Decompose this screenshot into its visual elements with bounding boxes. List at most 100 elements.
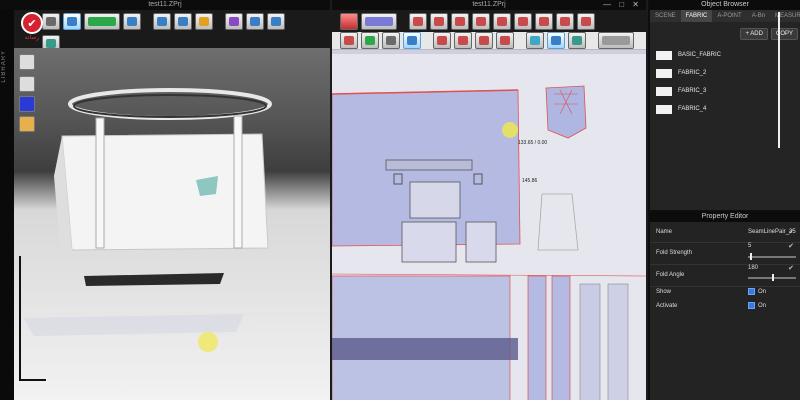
add-point-button[interactable]	[409, 12, 427, 30]
list-item[interactable]: FABRIC_2	[656, 64, 782, 82]
bag-bottom-shadow	[84, 273, 224, 286]
fold-strength-value[interactable]: 5	[748, 243, 751, 249]
list-item[interactable]: FABRIC_3	[656, 82, 782, 100]
pattern-gusset-a	[401, 221, 457, 263]
simulate-button[interactable]	[84, 12, 120, 30]
add-fabric-button[interactable]: + ADD	[740, 28, 768, 40]
show-label: Show	[656, 289, 672, 295]
slider-handle[interactable]	[750, 253, 753, 260]
fold-tool-button[interactable]	[195, 12, 213, 30]
prop-name-label: Name	[656, 229, 673, 235]
fold-2d-button[interactable]	[433, 32, 451, 49]
activate-checkbox[interactable]	[748, 302, 755, 309]
pin-2d-button[interactable]	[403, 32, 421, 49]
object-browser-title: Object Browser	[650, 0, 800, 10]
tab-measure[interactable]: MEASURE	[770, 10, 800, 22]
fabric-swatch	[656, 50, 672, 60]
grain-2d-button[interactable]	[547, 32, 565, 49]
pattern-strap-long-b	[551, 275, 571, 400]
edit-sewing-button[interactable]	[382, 32, 400, 49]
logo-badge: ✔	[21, 12, 43, 34]
prop-activate-row: Activate On	[656, 300, 796, 314]
hanger-item-button[interactable]	[19, 96, 35, 112]
skin-offset-tool-button[interactable]	[267, 12, 285, 30]
fabric-name: BASIC_FABRIC	[678, 52, 722, 58]
internal-polygon-button[interactable]	[493, 12, 511, 30]
tab-a-point[interactable]: A-POINT	[712, 10, 746, 22]
library-item-button[interactable]	[19, 54, 35, 70]
zoom-extent-button[interactable]	[598, 32, 634, 49]
fabric-name: FABRIC_2	[678, 70, 707, 76]
pattern-graphic: 133.65 / 0.00 145.86	[332, 85, 646, 400]
pin-tool-button[interactable]	[174, 12, 192, 30]
transform-pattern-button[interactable]	[340, 12, 358, 30]
tape-tool-button[interactable]	[454, 32, 472, 49]
fabric-list: BASIC_FABRIC FABRIC_2 FABRIC_3 FABRIC_4	[656, 46, 782, 118]
object-browser-toolbar: + ADD COPY	[740, 28, 798, 40]
activate-value: On	[758, 303, 767, 309]
polygon-tool-button[interactable]	[430, 12, 448, 30]
fold-angle-slider[interactable]	[748, 274, 796, 281]
check-icon: ✔	[27, 16, 37, 30]
copy-fabric-button[interactable]: COPY	[770, 28, 798, 40]
2d-pattern-canvas[interactable]: 133.65 / 0.00 145.86	[332, 54, 646, 400]
fabric-name: FABRIC_3	[678, 88, 707, 94]
fold-strength-slider[interactable]	[748, 253, 796, 260]
site-logo: ✔ رسانه	[14, 12, 50, 50]
dimension-label-b: 145.86	[522, 178, 538, 184]
bag-strap-right	[233, 115, 243, 249]
pattern-band-dark	[332, 338, 518, 360]
internal-circle-button[interactable]	[535, 12, 553, 30]
list-item[interactable]: BASIC_FABRIC	[656, 46, 782, 64]
free-sewing-button[interactable]	[361, 32, 379, 49]
tack-tool-button[interactable]	[123, 12, 141, 30]
avatar-tool-button[interactable]	[153, 12, 171, 30]
fold-angle-value[interactable]: 180	[748, 265, 758, 271]
edit-check-icon[interactable]: ✔	[788, 242, 794, 250]
move-tool-button[interactable]	[63, 12, 81, 30]
tab-a-bn[interactable]: A-Bn	[747, 10, 770, 22]
logo-text: رسانه	[24, 34, 40, 41]
fabric-swatch	[656, 68, 672, 78]
notch-tool-button[interactable]	[577, 12, 595, 30]
graphic-2d-button[interactable]	[568, 32, 586, 49]
circle-tool-button[interactable]	[472, 12, 490, 30]
offset-tool-button[interactable]	[496, 32, 514, 49]
internal-rectangle-button[interactable]	[514, 12, 532, 30]
dart-tool-button[interactable]	[556, 12, 574, 30]
avatar-item-button[interactable]	[19, 76, 35, 92]
face-item-button[interactable]	[19, 116, 35, 132]
dimension-label-a: 133.65 / 0.00	[518, 140, 547, 146]
pattern-strap-piece	[385, 159, 473, 171]
texture-2d-button[interactable]	[526, 32, 544, 49]
cursor-highlight-2d	[502, 122, 518, 138]
rectangle-tool-button[interactable]	[451, 12, 469, 30]
tab-scene[interactable]: SCENE	[650, 10, 681, 22]
edit-check-icon[interactable]: ✔	[788, 264, 794, 272]
list-item[interactable]: FABRIC_4	[656, 100, 782, 118]
edit-point-button[interactable]	[361, 12, 397, 30]
window-controls[interactable]: — □ ✕	[603, 0, 642, 9]
prop-fold-angle-row: 180 Fold Angle ✔	[656, 262, 796, 284]
measure-tool-button[interactable]	[225, 12, 243, 30]
segment-sewing-button[interactable]	[340, 32, 358, 49]
fabric-swatch	[656, 104, 672, 114]
slider-handle[interactable]	[772, 274, 774, 281]
fold-strength-label: Fold Strength	[656, 250, 693, 256]
tab-fabric[interactable]: FABRIC	[680, 10, 713, 22]
object-browser-scrollbar[interactable]	[778, 12, 780, 148]
pattern-gusset-b	[465, 221, 497, 263]
pattern-strap-long-d	[607, 283, 629, 400]
prop-name-row: Name SeamLinePair_35 ✔	[656, 226, 796, 240]
bag-strap-left	[95, 117, 105, 249]
show-checkbox[interactable]	[748, 288, 755, 295]
fabric-name: FABRIC_4	[678, 106, 707, 112]
3d-viewport[interactable]	[14, 48, 330, 400]
library-label: LIBRARY	[1, 50, 7, 83]
trace-tool-button[interactable]	[475, 32, 493, 49]
edit-check-icon[interactable]: ✔	[788, 228, 794, 236]
property-editor-panel: Property Editor Name SeamLinePair_35 ✔ 5…	[648, 210, 800, 400]
arrangement-tool-button[interactable]	[246, 12, 264, 30]
library-strip[interactable]: LIBRARY	[0, 10, 14, 400]
fabric-swatch	[656, 86, 672, 96]
